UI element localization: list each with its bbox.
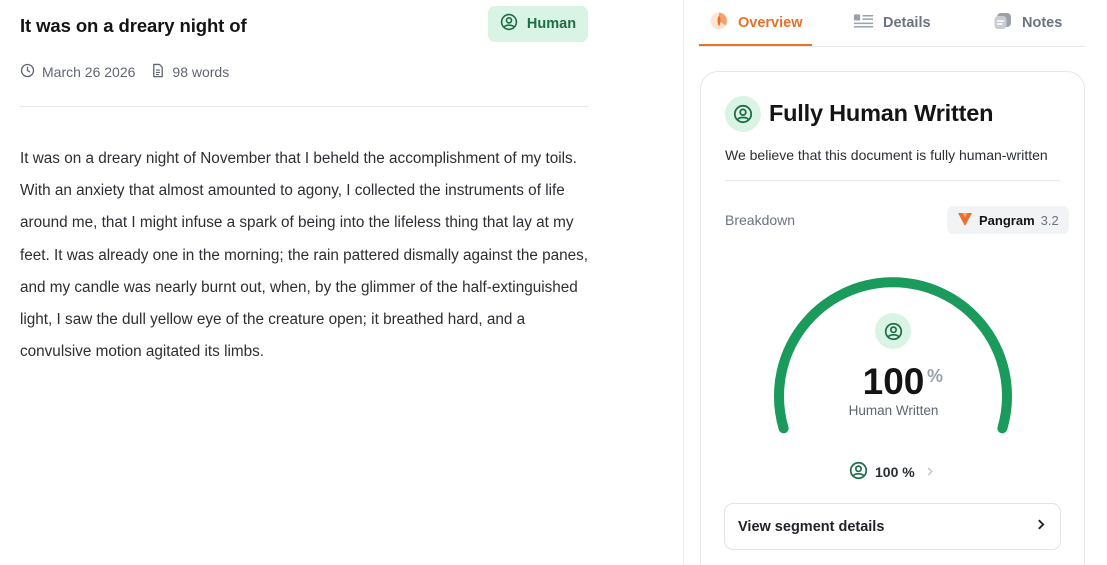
model-version-chip: Pangram 3.2 (947, 206, 1069, 234)
document-icon (151, 63, 165, 81)
tab-notes-label: Notes (1022, 15, 1063, 31)
pane-divider (683, 0, 684, 565)
analysis-tabs: Overview Details Notes (699, 0, 1085, 47)
human-avatar-icon (875, 313, 911, 349)
gauge-value: 100 (862, 361, 925, 402)
model-version: 3.2 (1040, 212, 1059, 228)
document-divider (20, 106, 588, 107)
breakdown-label: Breakdown (725, 212, 796, 228)
overview-icon (709, 11, 729, 35)
document-title: It was on a dreary night of (20, 15, 247, 36)
verdict-subtitle: We believe that this document is fully h… (725, 147, 1048, 163)
document-pane: It was on a dreary night of Human March … (0, 0, 683, 565)
result-card: Fully Human Written We believe that this… (700, 71, 1085, 565)
document-meta: March 26 2026 98 words (20, 63, 229, 81)
clock-icon (20, 63, 35, 81)
tab-overview[interactable]: Overview (709, 0, 803, 46)
human-score-row[interactable]: 100 % (849, 461, 934, 483)
chevron-right-icon (1036, 518, 1046, 535)
card-divider (725, 180, 1060, 181)
word-count-text: 98 words (172, 64, 230, 80)
chevron-right-icon (926, 464, 934, 480)
document-date: March 26 2026 (20, 63, 135, 81)
document-word-count: 98 words (151, 63, 229, 81)
human-avatar-icon (500, 13, 518, 35)
human-score-value: 100 % (875, 464, 915, 480)
gauge-unit: % (927, 366, 944, 386)
tab-details-label: Details (883, 15, 931, 31)
human-classification-badge[interactable]: Human (488, 6, 588, 42)
verdict-title: Fully Human Written (769, 100, 994, 126)
gauge-caption: Human Written (848, 403, 939, 418)
active-tab-indicator (699, 44, 812, 46)
human-avatar-icon (849, 461, 868, 483)
tab-overview-label: Overview (738, 15, 803, 31)
notes-icon (993, 11, 1013, 35)
pangram-logo-icon (957, 211, 973, 230)
tab-notes[interactable]: Notes (993, 0, 1062, 46)
view-segment-details-label: View segment details (738, 518, 885, 535)
tab-details[interactable]: Details (853, 0, 931, 46)
human-badge-label: Human (526, 16, 577, 32)
human-avatar-icon (725, 96, 761, 132)
view-segment-details-button[interactable]: View segment details (724, 503, 1061, 550)
document-body-text: It was on a dreary night of November tha… (20, 150, 589, 361)
document-date-text: March 26 2026 (42, 64, 136, 80)
app-page: It was on a dreary night of Human March … (0, 0, 1107, 565)
details-icon (853, 13, 874, 33)
model-name: Pangram (979, 212, 1035, 228)
